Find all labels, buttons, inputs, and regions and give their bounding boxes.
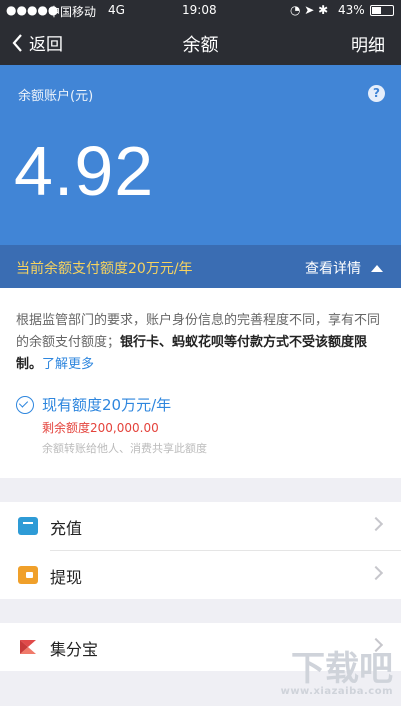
action-list: 充值 提现 — [0, 502, 401, 599]
limit-info-panel: 根据监管部门的要求，账户身份信息的完善程度不同，享有不同的余额支付额度；银行卡、… — [0, 288, 401, 478]
balance-label: 余额账户(元) — [18, 89, 94, 104]
recharge-icon — [18, 517, 38, 535]
recharge-row[interactable]: 充值 — [0, 502, 401, 550]
jifenbao-icon — [18, 638, 38, 656]
view-details-label: 查看详情 — [305, 261, 361, 277]
page-title: 余额 — [182, 35, 219, 56]
carrier-label: 中国移动 — [48, 5, 97, 19]
chevron-right-icon — [368, 565, 384, 581]
status-bar: ●●●●● 中国移动 4G 19:08 ◔ ➤ ✱ 43% — [0, 0, 401, 20]
status-icons: ◔ ➤ ✱ — [290, 3, 329, 17]
clock: 19:08 — [182, 3, 217, 17]
learn-more-link[interactable]: 了解更多 — [42, 357, 94, 372]
recharge-label: 充值 — [50, 519, 83, 538]
watermark-url: www.xiazaiba.com — [280, 686, 393, 697]
question-icon[interactable]: ? — [368, 85, 385, 102]
check-circle-icon — [16, 396, 34, 414]
caret-up-icon — [371, 264, 383, 272]
balance-card: 余额账户(元) ? 4.92 — [0, 65, 401, 245]
chevron-right-icon — [368, 516, 384, 532]
limit-bar[interactable]: 当前余额支付额度20万元/年 查看详情 — [0, 245, 401, 288]
withdraw-icon — [18, 566, 38, 584]
network-label: 4G — [108, 3, 125, 17]
quota-remaining: 剩余额度200,000.00 — [42, 421, 159, 435]
nav-bar: 返回 余额 明细 — [0, 20, 401, 65]
battery-icon — [370, 5, 394, 16]
view-details-button[interactable]: 查看详情 — [305, 258, 383, 278]
balance-amount: 4.92 — [14, 132, 155, 210]
jifenbao-label: 集分宝 — [50, 640, 99, 659]
watermark-logo: 下载吧 www.xiazaiba.com — [281, 652, 393, 698]
watermark-text: 下载吧 — [291, 649, 393, 689]
battery-percent: 43% — [338, 3, 365, 17]
quota-title: 现有额度20万元/年 — [42, 396, 172, 414]
withdraw-label: 提现 — [50, 568, 83, 587]
limit-description: 根据监管部门的要求，账户身份信息的完善程度不同，享有不同的余额支付额度；银行卡、… — [16, 310, 386, 376]
quota-note: 余额转账给他人、消费共享此额度 — [42, 442, 207, 455]
withdraw-row[interactable]: 提现 — [0, 551, 401, 599]
limit-text: 当前余额支付额度20万元/年 — [16, 261, 193, 277]
detail-button[interactable]: 明细 — [351, 31, 385, 56]
